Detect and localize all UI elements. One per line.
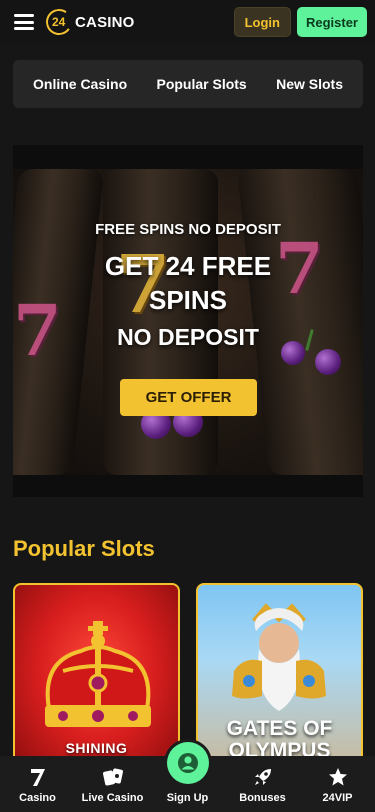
rocket-icon xyxy=(253,767,273,787)
banner-subline: NO DEPOSIT xyxy=(117,324,259,350)
section-title-popular-slots: Popular Slots xyxy=(13,536,155,561)
logo-text: CASINO xyxy=(75,13,135,31)
crown-icon xyxy=(45,621,151,727)
tab-new-slots[interactable]: New Slots xyxy=(276,76,343,92)
logo[interactable]: 24 CASINO xyxy=(43,6,135,38)
star-icon xyxy=(328,767,348,787)
logo-mark: 24 xyxy=(43,6,75,38)
promo-banner[interactable]: 7 7 7 FREE SPINS NO DEPOSIT GET 24 FREE … xyxy=(13,145,363,497)
tab-online-casino[interactable]: Online Casino xyxy=(33,76,127,92)
nav-casino[interactable]: Casino xyxy=(2,767,74,804)
get-offer-button[interactable]: GET OFFER xyxy=(120,379,257,416)
register-button[interactable]: Register xyxy=(296,7,367,37)
slot-card-label: SHINING xyxy=(65,740,128,756)
slot-machine-image: 7 7 7 FREE SPINS NO DEPOSIT GET 24 FREE … xyxy=(13,169,363,475)
top-header: 24 CASINO Login Register xyxy=(0,0,375,44)
tab-popular-slots[interactable]: Popular Slots xyxy=(156,76,246,92)
banner-headline: GET 24 FREE SPINS xyxy=(104,251,272,315)
login-button[interactable]: Login xyxy=(233,7,291,37)
category-tabs: Online Casino Popular Slots New Slots xyxy=(13,60,363,108)
seven-icon xyxy=(28,767,48,787)
menu-icon[interactable] xyxy=(14,14,34,30)
slot-card-shining[interactable]: SHINING xyxy=(13,583,180,773)
nav-bonuses[interactable]: Bonuses xyxy=(227,767,299,804)
nav-24vip[interactable]: 24VIP xyxy=(302,767,374,804)
user-icon[interactable] xyxy=(167,742,209,784)
nav-live-casino[interactable]: Live Casino xyxy=(77,767,149,804)
banner-kicker: FREE SPINS NO DEPOSIT xyxy=(95,221,281,238)
zeus-icon xyxy=(232,603,326,711)
slot-card-gates-of-olympus[interactable]: GATES OF OLYMPUS xyxy=(196,583,363,773)
cards-icon xyxy=(102,767,123,787)
